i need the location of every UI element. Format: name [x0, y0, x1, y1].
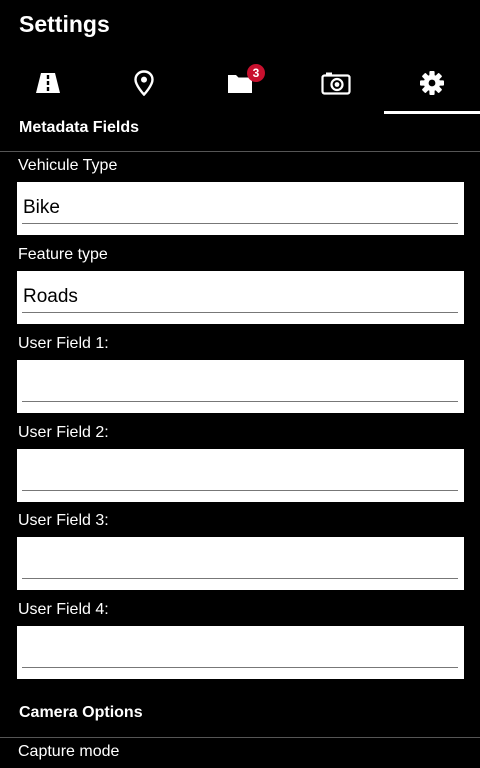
capture-mode-label[interactable]: Capture mode: [18, 743, 119, 761]
user-field-1-box: [17, 360, 464, 413]
feature-type-box: [17, 271, 464, 324]
road-icon: [36, 73, 60, 93]
user-field-1-input[interactable]: [22, 370, 458, 402]
feature-type-label: Feature type: [18, 246, 108, 263]
user-field-3-box: [17, 537, 464, 590]
folder-badge: 3: [247, 64, 265, 82]
camera-section-header: Camera Options: [0, 694, 480, 738]
tab-camera[interactable]: [288, 52, 384, 114]
page-title: Settings: [19, 11, 110, 37]
user-field-3-label: User Field 3:: [18, 512, 109, 529]
user-field-3-input[interactable]: [22, 547, 458, 579]
camera-header-label: Camera Options: [19, 704, 143, 721]
tab-settings[interactable]: [384, 52, 480, 114]
user-field-2-box: [17, 449, 464, 502]
metadata-header-label: Metadata Fields: [19, 119, 140, 136]
vehicle-type-input[interactable]: [22, 192, 458, 224]
user-field-2-label: User Field 2:: [18, 424, 109, 441]
gear-icon: [420, 71, 444, 95]
map-pin-icon: [134, 70, 154, 96]
vehicle-type-label: Vehicule Type: [18, 157, 118, 174]
camera-icon: [321, 72, 351, 95]
user-field-1-label: User Field 1:: [18, 335, 109, 352]
app-bar: Settings: [0, 0, 480, 52]
vehicle-type-box: [17, 182, 464, 235]
tab-bar: 3: [0, 52, 480, 114]
user-field-2-input[interactable]: [22, 459, 458, 491]
tab-road[interactable]: [0, 52, 96, 114]
tab-folder[interactable]: [192, 52, 288, 114]
user-field-4-label: User Field 4:: [18, 601, 109, 618]
user-field-4-input[interactable]: [22, 636, 458, 668]
feature-type-input[interactable]: [22, 281, 458, 313]
tab-location[interactable]: [96, 52, 192, 114]
user-field-4-box: [17, 626, 464, 679]
metadata-section-header: Metadata Fields: [0, 114, 480, 152]
